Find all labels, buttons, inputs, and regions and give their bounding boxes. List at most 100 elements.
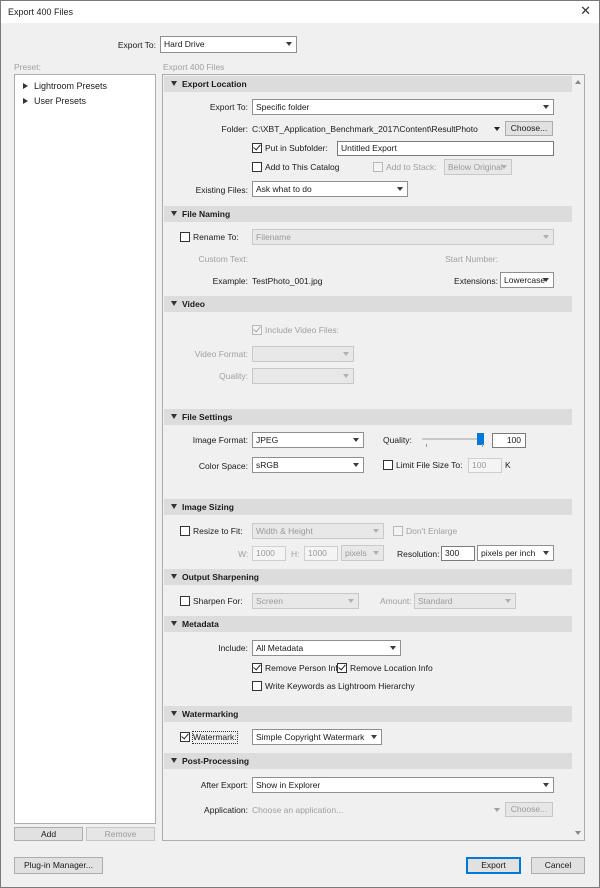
section-header-watermarking[interactable]: Watermarking (164, 706, 572, 722)
dont-enlarge-checkbox[interactable] (393, 526, 403, 536)
collapse-triangle-icon[interactable] (171, 414, 177, 419)
collapse-triangle-icon[interactable] (171, 711, 177, 716)
expand-arrow-icon[interactable] (23, 98, 28, 104)
image-format-dropdown[interactable]: JPEG (252, 432, 364, 448)
after-export-dropdown[interactable]: Show in Explorer (252, 777, 554, 793)
cancel-button[interactable]: Cancel (531, 857, 585, 874)
export-to-dropdown[interactable]: Hard Drive (160, 36, 297, 53)
rename-template-dropdown[interactable]: Filename (252, 229, 554, 245)
preset-item-user[interactable]: User Presets (23, 96, 143, 109)
section-title: File Naming (182, 209, 231, 219)
subheader: Export 400 Files (163, 62, 225, 72)
section-header-image-sizing[interactable]: Image Sizing (164, 499, 572, 515)
location-export-to-label: Export To: (209, 102, 248, 112)
collapse-triangle-icon[interactable] (171, 621, 177, 626)
collapse-triangle-icon[interactable] (171, 758, 177, 763)
watermark-checkbox[interactable] (180, 731, 190, 742)
collapse-triangle-icon[interactable] (171, 504, 177, 509)
preset-list[interactable]: Lightroom Presets User Presets (14, 74, 156, 824)
chevron-down-icon (286, 42, 292, 46)
dropdown-value: All Metadata (256, 643, 304, 653)
metadata-include-dropdown[interactable]: All Metadata (252, 640, 401, 656)
section-header-output-sharpening[interactable]: Output Sharpening (164, 569, 572, 585)
video-format-dropdown[interactable] (252, 346, 354, 362)
scroll-down-icon[interactable] (575, 831, 581, 835)
quality-slider[interactable] (422, 432, 486, 448)
subfolder-input[interactable]: Untitled Export (337, 141, 554, 156)
remove-person-info-label: Remove Person Info (265, 663, 343, 673)
remove-preset-button[interactable]: Remove (86, 827, 155, 841)
extensions-dropdown[interactable]: Lowercase (500, 272, 554, 288)
color-space-dropdown[interactable]: sRGB (252, 457, 364, 473)
resolution-label: Resolution: (397, 549, 440, 559)
dropdown-value: sRGB (256, 460, 279, 470)
image-format-label: Image Format: (192, 435, 248, 445)
expand-arrow-icon[interactable] (23, 83, 28, 89)
check-icon (253, 662, 261, 671)
add-preset-button[interactable]: Add (14, 827, 83, 841)
write-keywords-label: Write Keywords as Lightroom Hierarchy (265, 681, 415, 691)
section-header-post-processing[interactable]: Post-Processing (164, 753, 572, 769)
include-video-checkbox[interactable] (252, 324, 262, 335)
collapse-triangle-icon[interactable] (171, 81, 177, 86)
resize-mode-dropdown[interactable]: Width & Height (252, 523, 384, 539)
application-placeholder[interactable]: Choose an application... (252, 805, 343, 816)
watermark-dropdown[interactable]: Simple Copyright Watermark (252, 729, 382, 745)
section-header-export-location[interactable]: Export Location (164, 76, 572, 92)
resolution-input[interactable]: 300 (441, 546, 475, 561)
choose-folder-button[interactable]: Choose... (505, 121, 553, 136)
choose-application-button[interactable]: Choose... (505, 802, 553, 817)
custom-text-label: Custom Text: (198, 254, 248, 264)
preset-item-lightroom[interactable]: Lightroom Presets (23, 81, 143, 94)
quality-input[interactable]: 100 (492, 433, 526, 448)
chevron-down-icon (543, 783, 549, 787)
plugin-manager-button[interactable]: Plug-in Manager... (14, 857, 103, 874)
resolution-unit-dropdown[interactable]: pixels per inch (477, 545, 554, 561)
add-to-stack-checkbox[interactable] (373, 162, 383, 172)
stack-position-dropdown[interactable]: Below Original (444, 159, 512, 175)
limit-file-size-input[interactable]: 100 (468, 458, 502, 473)
sharpen-for-dropdown[interactable]: Screen (252, 593, 359, 609)
amount-dropdown[interactable]: Standard (414, 593, 516, 609)
collapse-triangle-icon[interactable] (171, 211, 177, 216)
limit-file-size-checkbox[interactable] (383, 460, 393, 470)
dropdown-value: pixels (345, 548, 367, 558)
location-export-to-dropdown[interactable]: Specific folder (252, 99, 554, 115)
rename-to-checkbox[interactable] (180, 232, 190, 242)
export-to-value: Hard Drive (164, 39, 205, 49)
video-quality-dropdown[interactable] (252, 368, 354, 384)
export-button[interactable]: Export (466, 857, 521, 874)
chevron-down-icon (397, 187, 403, 191)
height-input[interactable]: 1000 (304, 546, 338, 561)
slider-tick (426, 444, 427, 447)
remove-location-info-label: Remove Location Info (350, 663, 433, 673)
check-icon (338, 662, 346, 671)
close-icon[interactable]: ✕ (580, 4, 591, 18)
collapse-triangle-icon[interactable] (171, 574, 177, 579)
scroll-up-icon[interactable] (575, 80, 581, 84)
example-filename: TestPhoto_001.jpg (252, 276, 323, 286)
height-label: H: (291, 549, 300, 559)
resize-to-fit-checkbox[interactable] (180, 526, 190, 536)
application-history-arrow-icon[interactable] (494, 808, 500, 812)
section-header-metadata[interactable]: Metadata (164, 616, 572, 632)
section-header-file-naming[interactable]: File Naming (164, 206, 572, 222)
size-unit-dropdown[interactable]: pixels (341, 545, 384, 561)
remove-person-info-checkbox[interactable] (252, 662, 262, 673)
sharpen-for-checkbox[interactable] (180, 596, 190, 606)
existing-files-dropdown[interactable]: Ask what to do (252, 181, 408, 197)
collapse-triangle-icon[interactable] (171, 301, 177, 306)
width-input[interactable]: 1000 (252, 546, 286, 561)
folder-history-arrow-icon[interactable] (494, 127, 500, 131)
include-video-label: Include Video Files: (265, 325, 340, 335)
limit-file-size-label: Limit File Size To: (396, 460, 463, 470)
rename-to-label: Rename To: (193, 232, 239, 242)
section-header-file-settings[interactable]: File Settings (164, 409, 572, 425)
write-keywords-checkbox[interactable] (252, 681, 262, 691)
add-to-catalog-checkbox[interactable] (252, 162, 262, 172)
put-in-subfolder-checkbox[interactable] (252, 142, 262, 153)
remove-location-info-checkbox[interactable] (337, 662, 347, 673)
scrollbar[interactable] (573, 76, 583, 839)
section-header-video[interactable]: Video (164, 296, 572, 312)
dropdown-value: Lowercase (504, 275, 546, 285)
